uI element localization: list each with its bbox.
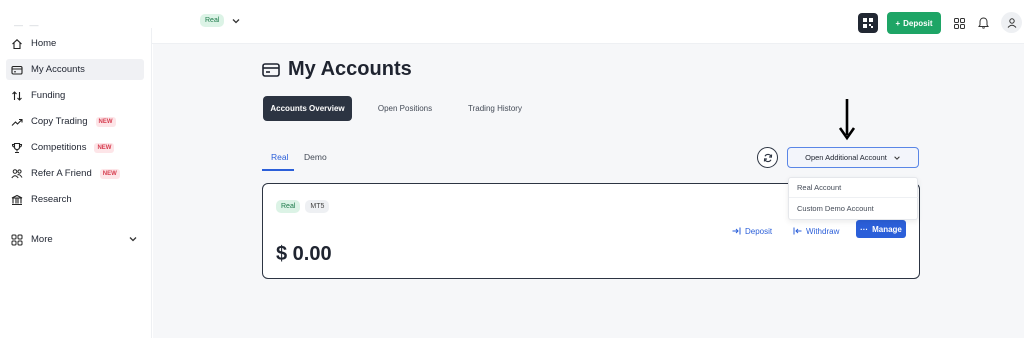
- dropdown-item-custom-demo-account[interactable]: Custom Demo Account: [789, 198, 919, 218]
- new-badge: NEW: [99, 168, 120, 179]
- sidebar-item-label: My Accounts: [31, 64, 85, 75]
- trending-up-icon: [11, 116, 23, 128]
- grid-icon: [11, 234, 23, 246]
- card-deposit-button[interactable]: Deposit: [732, 224, 772, 238]
- top-bar: — — Real + Deposit: [0, 0, 1024, 44]
- sidebar-item-label: Funding: [31, 90, 66, 101]
- more-dots-icon: ···: [860, 224, 869, 234]
- qr-code-button[interactable]: [858, 13, 878, 33]
- chevron-down-icon: [894, 155, 900, 160]
- user-icon: [1007, 17, 1016, 28]
- open-additional-account-button[interactable]: Open Additional Account: [787, 147, 919, 168]
- subtab-demo[interactable]: Demo: [304, 152, 327, 162]
- page-title: My Accounts: [262, 58, 412, 81]
- sidebar-item-research[interactable]: Research: [6, 189, 144, 210]
- login-arrow-icon: [732, 227, 741, 235]
- sidebar-item-more[interactable]: More: [6, 229, 144, 250]
- deposit-button[interactable]: + Deposit: [887, 12, 941, 34]
- user-menu-button[interactable]: [1001, 12, 1022, 33]
- page-title-text: My Accounts: [288, 58, 412, 80]
- card-withdraw-button[interactable]: Withdraw: [793, 224, 839, 238]
- building-icon: [11, 194, 23, 206]
- account-type-badge: Real: [276, 200, 301, 213]
- card-withdraw-label: Withdraw: [806, 226, 840, 236]
- account-balance: $ 0.00: [276, 243, 332, 265]
- home-icon: [11, 38, 23, 50]
- platform-badge: MT5: [305, 200, 330, 213]
- sidebar-item-competitions[interactable]: Competitions NEW: [6, 137, 144, 158]
- sidebar-item-label: Home: [31, 38, 57, 49]
- notifications-button[interactable]: [975, 15, 991, 31]
- sidebar-more-label: More: [31, 234, 53, 245]
- tab-open-positions[interactable]: Open Positions: [372, 96, 438, 121]
- sidebar-item-label: Copy Trading: [31, 116, 88, 127]
- chevron-down-icon: [129, 237, 137, 242]
- active-subtab-indicator: [262, 169, 294, 171]
- sidebar-item-home[interactable]: Home: [6, 33, 144, 54]
- sidebar-item-funding[interactable]: Funding: [6, 85, 144, 106]
- plus-icon: +: [895, 18, 901, 28]
- refresh-icon: [763, 153, 772, 162]
- refresh-button[interactable]: [757, 147, 778, 168]
- bell-icon: [977, 17, 989, 29]
- card-deposit-label: Deposit: [745, 226, 773, 236]
- dropdown-item-real-account[interactable]: Real Account: [789, 178, 919, 198]
- new-badge: NEW: [95, 116, 116, 127]
- down-arrow-annotation-icon: [838, 99, 856, 141]
- account-switcher[interactable]: Real: [200, 14, 241, 27]
- chevron-down-icon: [232, 18, 240, 23]
- open-additional-account-label: Open Additional Account: [805, 153, 887, 162]
- sidebar-item-copy-trading[interactable]: Copy Trading NEW: [6, 111, 144, 132]
- logout-arrow-icon: [793, 227, 802, 235]
- apps-button[interactable]: [951, 15, 967, 31]
- people-icon: [11, 168, 23, 180]
- manage-button[interactable]: ··· Manage: [856, 220, 906, 238]
- new-badge: NEW: [94, 142, 115, 153]
- wallet-icon: [262, 62, 280, 77]
- trophy-icon: [11, 142, 23, 154]
- sidebar-item-label: Research: [31, 194, 72, 205]
- swap-arrows-icon: [11, 90, 23, 102]
- wallet-icon: [11, 64, 23, 76]
- sidebar-item-refer-a-friend[interactable]: Refer A Friend NEW: [6, 163, 144, 184]
- manage-button-label: Manage: [872, 224, 902, 234]
- account-type-badge: Real: [200, 14, 225, 27]
- qr-code-icon: [863, 18, 873, 28]
- account-badges: Real MT5: [276, 200, 330, 213]
- grid-apps-icon: [953, 17, 965, 29]
- subtab-real[interactable]: Real: [271, 152, 288, 162]
- tab-trading-history[interactable]: Trading History: [462, 96, 528, 121]
- open-account-dropdown: Real Account Custom Demo Account: [788, 177, 919, 220]
- sidebar-item-my-accounts[interactable]: My Accounts: [6, 59, 144, 80]
- deposit-button-label: Deposit: [903, 18, 933, 28]
- tab-accounts-overview[interactable]: Accounts Overview: [263, 96, 352, 121]
- sidebar-item-label: Competitions: [31, 142, 87, 153]
- sidebar-item-label: Refer A Friend: [31, 168, 92, 179]
